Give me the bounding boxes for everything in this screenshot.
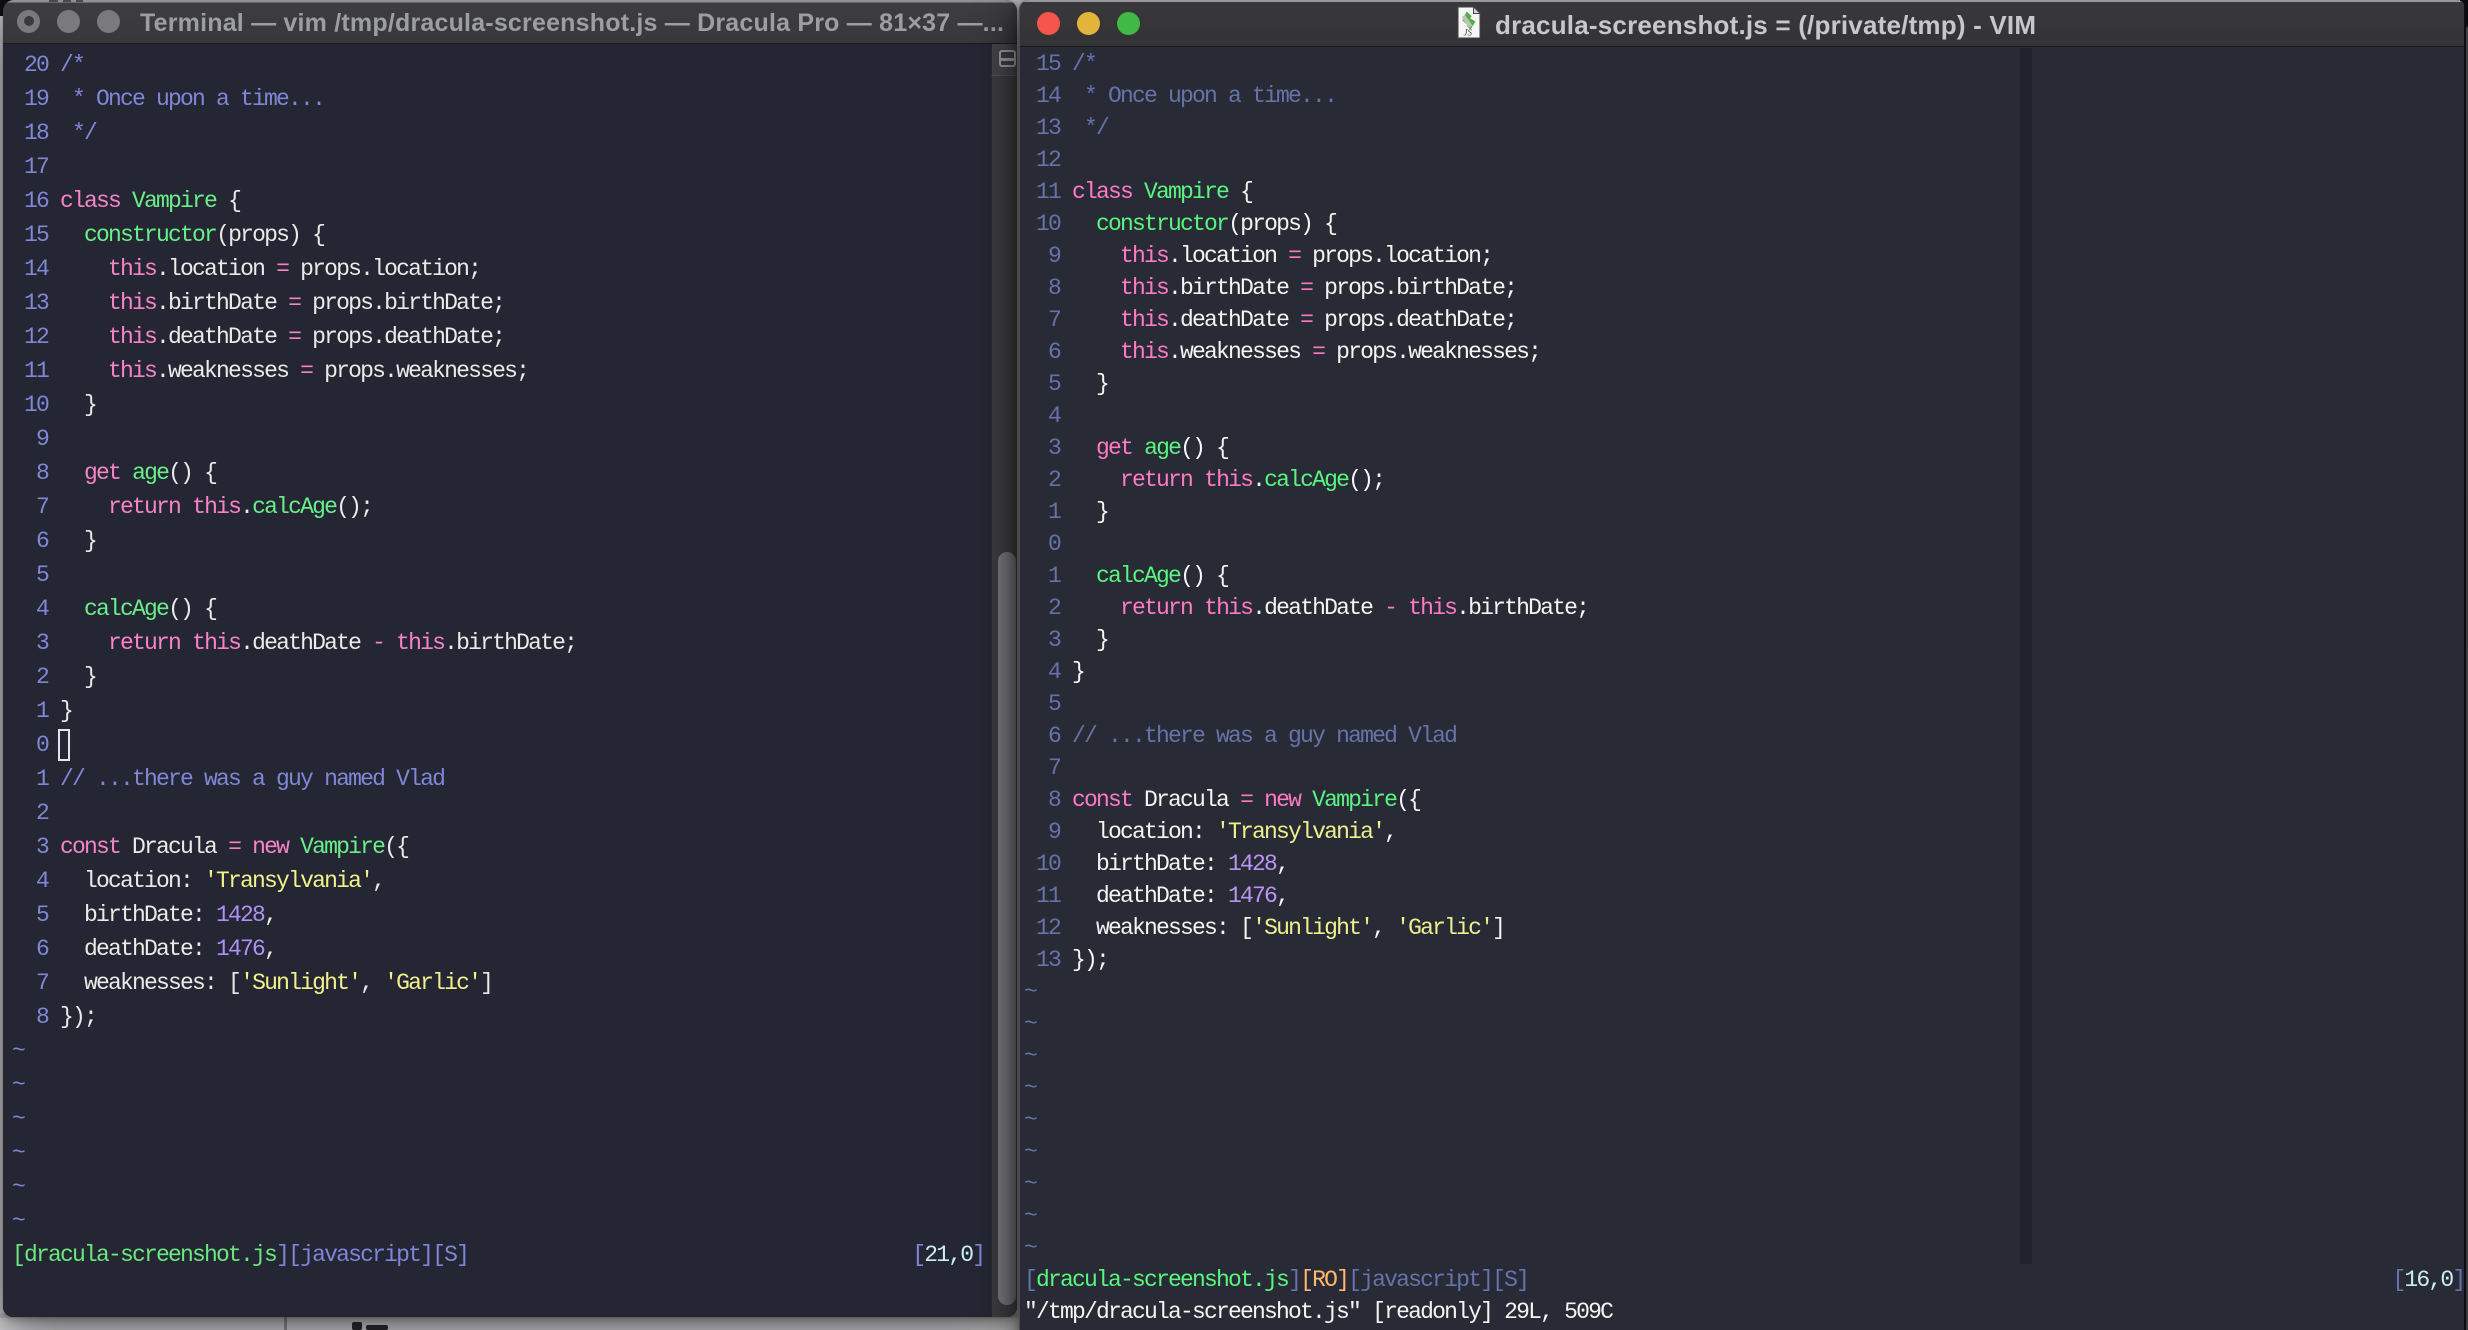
svg-text:JS: JS: [1464, 28, 1473, 38]
